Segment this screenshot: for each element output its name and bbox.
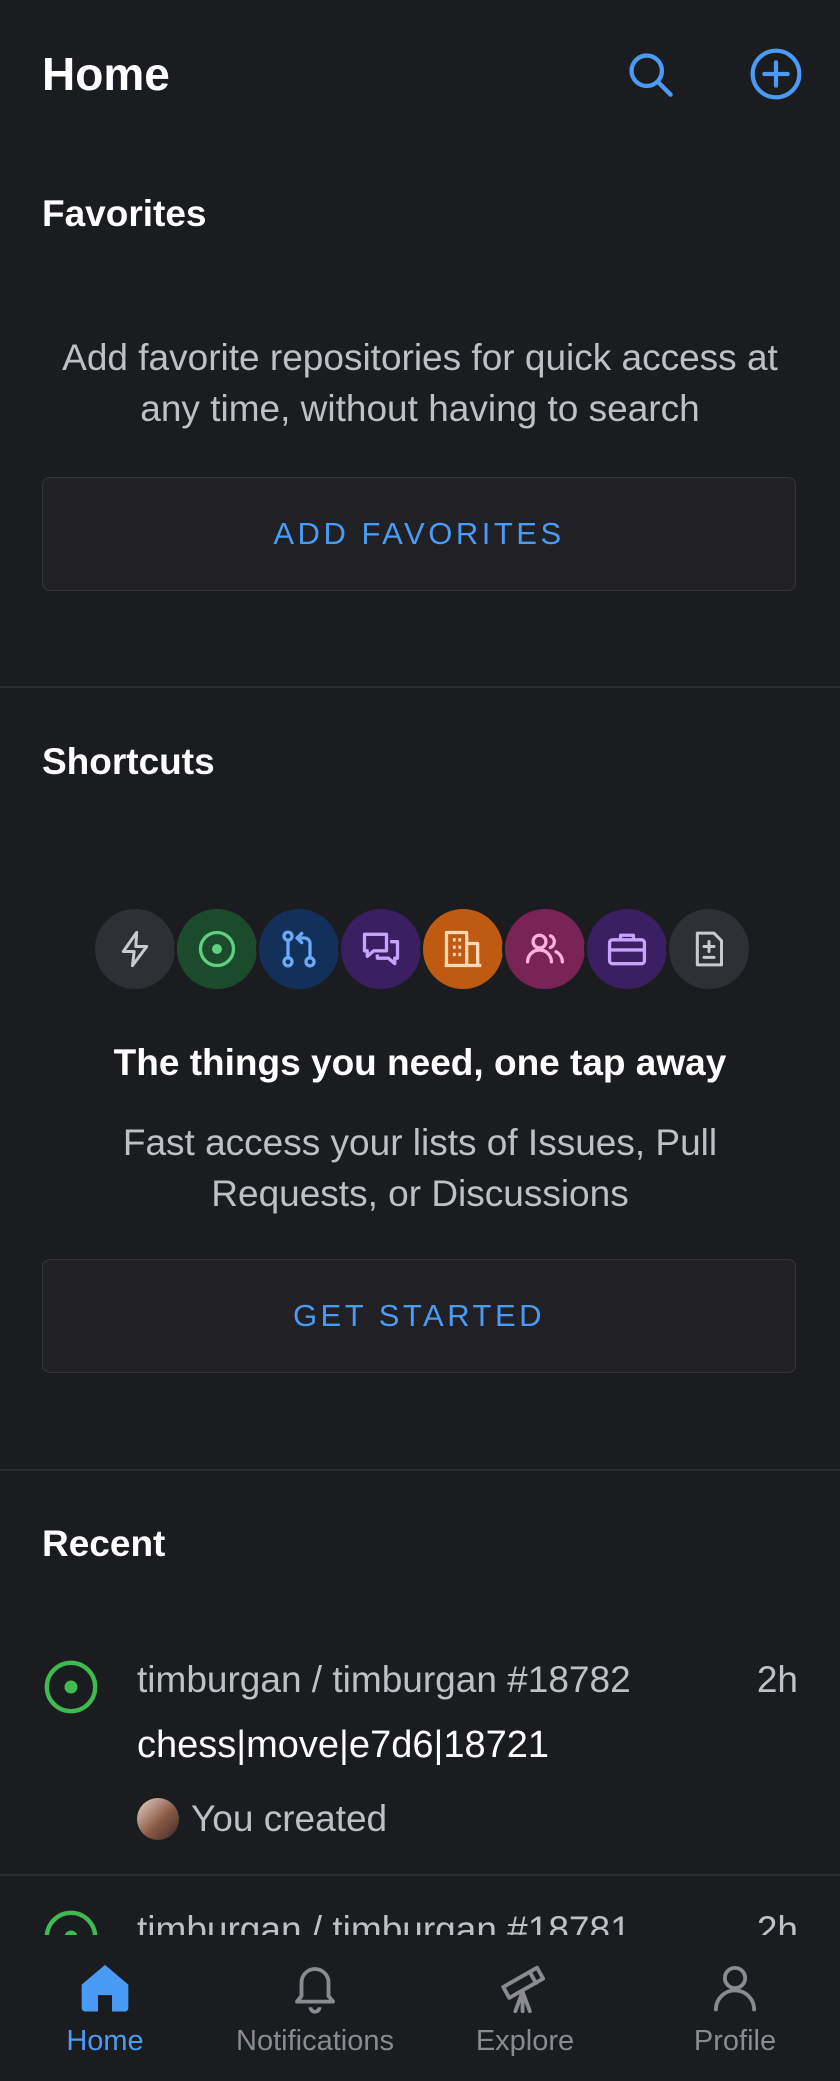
create-button[interactable] xyxy=(746,44,806,104)
page-title: Home xyxy=(42,48,170,100)
home-icon xyxy=(81,1964,129,2012)
telescope-icon xyxy=(501,1965,546,2014)
shortcuts-tagline: The things you need, one tap away xyxy=(113,1042,727,1083)
recent-item-meta-text: You created xyxy=(191,1798,388,1839)
section-divider xyxy=(0,686,840,688)
recent-item-title: chess|move|e7d6|18721 xyxy=(137,1724,550,1766)
section-divider xyxy=(0,1469,840,1471)
favorites-title: Favorites xyxy=(42,193,207,234)
favorites-description: Add favorite repositories for quick acce… xyxy=(62,337,778,429)
bottom-tab-bar: Home Notifications Explore Profile xyxy=(0,1935,840,2081)
organization-icon xyxy=(420,906,506,992)
briefcase-icon xyxy=(584,906,670,992)
plus-circle-icon xyxy=(750,48,802,100)
person-icon xyxy=(713,1965,757,2012)
search-button[interactable] xyxy=(620,44,680,104)
top-app-bar: Home xyxy=(0,0,840,150)
shortcut-icons xyxy=(92,906,752,992)
recent-item[interactable]: timburgan / timburgan #18781 2h xyxy=(0,1880,840,1940)
get-started-button[interactable]: GET STARTED xyxy=(42,1259,796,1373)
people-icon xyxy=(502,906,588,992)
zap-icon xyxy=(92,906,178,992)
shortcuts-title: Shortcuts xyxy=(42,741,215,782)
issue-opened-icon xyxy=(174,906,260,992)
recent-item-time: 2h xyxy=(756,1659,798,1700)
recent-item-repo: timburgan / timburgan #18782 xyxy=(137,1659,631,1700)
tab-label: Notifications xyxy=(236,2025,394,2057)
git-pull-request-icon xyxy=(256,906,342,992)
avatar xyxy=(137,1798,179,1840)
recent-item-meta: You created xyxy=(137,1798,387,1840)
search-icon xyxy=(629,53,673,97)
tab-label: Profile xyxy=(693,2025,777,2057)
tab-profile[interactable]: Profile xyxy=(630,1935,840,2081)
tab-explore[interactable]: Explore xyxy=(420,1935,630,2081)
discussions-icon xyxy=(338,906,424,992)
add-favorites-button[interactable]: ADD FAVORITES xyxy=(42,477,796,591)
tab-home[interactable]: Home xyxy=(0,1935,210,2081)
tab-notifications[interactable]: Notifications xyxy=(210,1935,420,2081)
bell-icon xyxy=(295,1967,335,2014)
diff-icon xyxy=(666,906,752,992)
tab-label: Home xyxy=(66,2025,144,2057)
shortcuts-description: Fast access your lists of Issues, Pull R… xyxy=(122,1122,718,1214)
tab-label: Explore xyxy=(475,2025,575,2057)
recent-title: Recent xyxy=(42,1523,166,1564)
issue-opened-icon xyxy=(44,1660,98,1714)
list-divider xyxy=(0,1874,840,1876)
recent-item[interactable]: timburgan / timburgan #18782 2h chess|mo… xyxy=(0,1640,840,1876)
